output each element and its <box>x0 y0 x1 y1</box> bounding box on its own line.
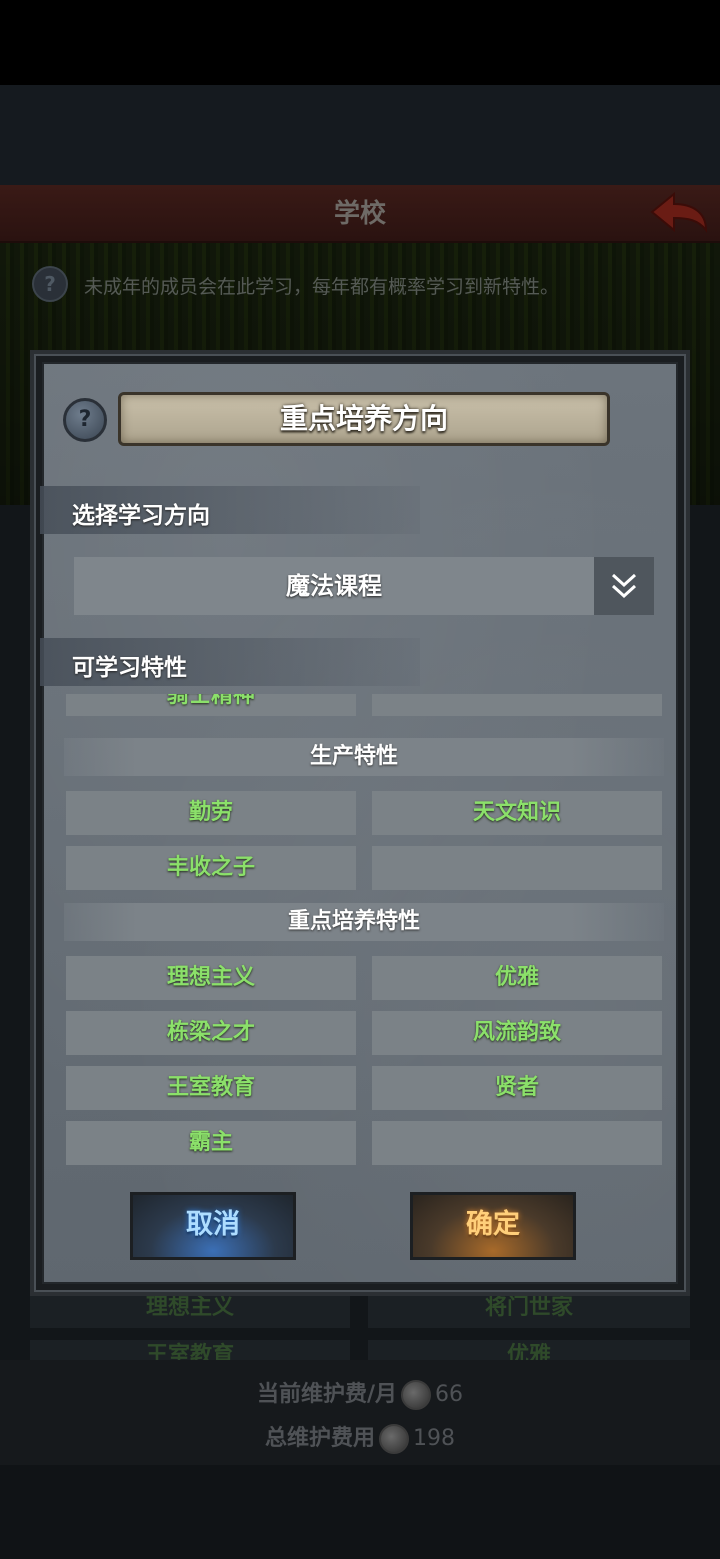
trait-cell[interactable]: 优雅 <box>372 956 662 1000</box>
maintenance-footer: 当前维护费/月 66 总维护费用 198 <box>0 1360 720 1465</box>
monthly-maintenance-label: 当前维护费/月 <box>256 1382 398 1407</box>
status-bar <box>0 0 720 85</box>
traits-section-header: 可学习特性 <box>40 638 420 686</box>
trait-cell-empty <box>372 694 662 716</box>
trait-cell[interactable]: 霸主 <box>66 1121 356 1165</box>
background-help-icon[interactable]: ? <box>32 266 68 302</box>
back-arrow-icon[interactable] <box>648 190 710 236</box>
cancel-button[interactable]: 取消 <box>130 1192 296 1260</box>
trait-cell[interactable]: 王室教育 <box>66 1066 356 1110</box>
direction-section-label: 选择学习方向 <box>72 503 210 529</box>
double-chevron-down-icon[interactable] <box>594 557 654 615</box>
category-header: 生产特性 <box>64 738 664 776</box>
monthly-maintenance: 当前维护费/月 66 <box>0 1376 720 1410</box>
background-trait-cell: 优雅 <box>368 1340 690 1360</box>
direction-section-header: 选择学习方向 <box>40 486 420 534</box>
training-direction-dialog: ? 重点培养方向 选择学习方向 魔法课程 可学习特性 骑士精神 生产特性 勤劳 … <box>30 350 690 1296</box>
trait-cell[interactable]: 勤劳 <box>66 791 356 835</box>
trait-cell-empty <box>372 846 662 890</box>
category-name: 重点培养特性 <box>287 909 420 934</box>
trait-cell[interactable]: 贤者 <box>372 1066 662 1110</box>
direction-dropdown[interactable]: 魔法课程 <box>74 557 654 615</box>
trait-cell[interactable]: 天文知识 <box>372 791 662 835</box>
background-header <box>0 85 720 185</box>
trait-cell[interactable]: 栋梁之才 <box>66 1011 356 1055</box>
help-icon[interactable]: ? <box>63 398 107 442</box>
category-header: 重点培养特性 <box>64 903 664 941</box>
trait-cell[interactable]: 丰收之子 <box>66 846 356 890</box>
coin-icon <box>379 1424 409 1454</box>
trait-cell[interactable]: 理想主义 <box>66 956 356 1000</box>
direction-selected-value: 魔法课程 <box>286 572 382 600</box>
background-page-title: 学校 <box>333 199 386 229</box>
monthly-maintenance-value: 66 <box>435 1382 464 1407</box>
confirm-button[interactable]: 确定 <box>410 1192 576 1260</box>
total-maintenance-label: 总维护费用 <box>264 1426 375 1451</box>
dialog-title: 重点培养方向 <box>279 402 448 435</box>
background-description: 未成年的成员会在此学习，每年都有概率学习到新特性。 <box>84 276 560 298</box>
traits-list[interactable]: 骑士精神 生产特性 勤劳 天文知识 丰收之子 重点培养特性 理想主义 优雅 栋梁… <box>64 694 664 1169</box>
trait-cell-empty <box>372 1121 662 1165</box>
dialog-title-banner: 重点培养方向 <box>118 392 610 446</box>
traits-section-label: 可学习特性 <box>72 655 187 681</box>
bottom-bar <box>0 1465 720 1559</box>
total-maintenance-value: 198 <box>413 1426 455 1451</box>
trait-cell[interactable]: 风流韵致 <box>372 1011 662 1055</box>
trait-cell[interactable]: 骑士精神 <box>66 694 356 716</box>
total-maintenance: 总维护费用 198 <box>0 1420 720 1454</box>
coin-icon <box>401 1380 432 1410</box>
category-name: 生产特性 <box>309 744 398 769</box>
background-trait-cell: 王室教育 <box>30 1340 350 1360</box>
